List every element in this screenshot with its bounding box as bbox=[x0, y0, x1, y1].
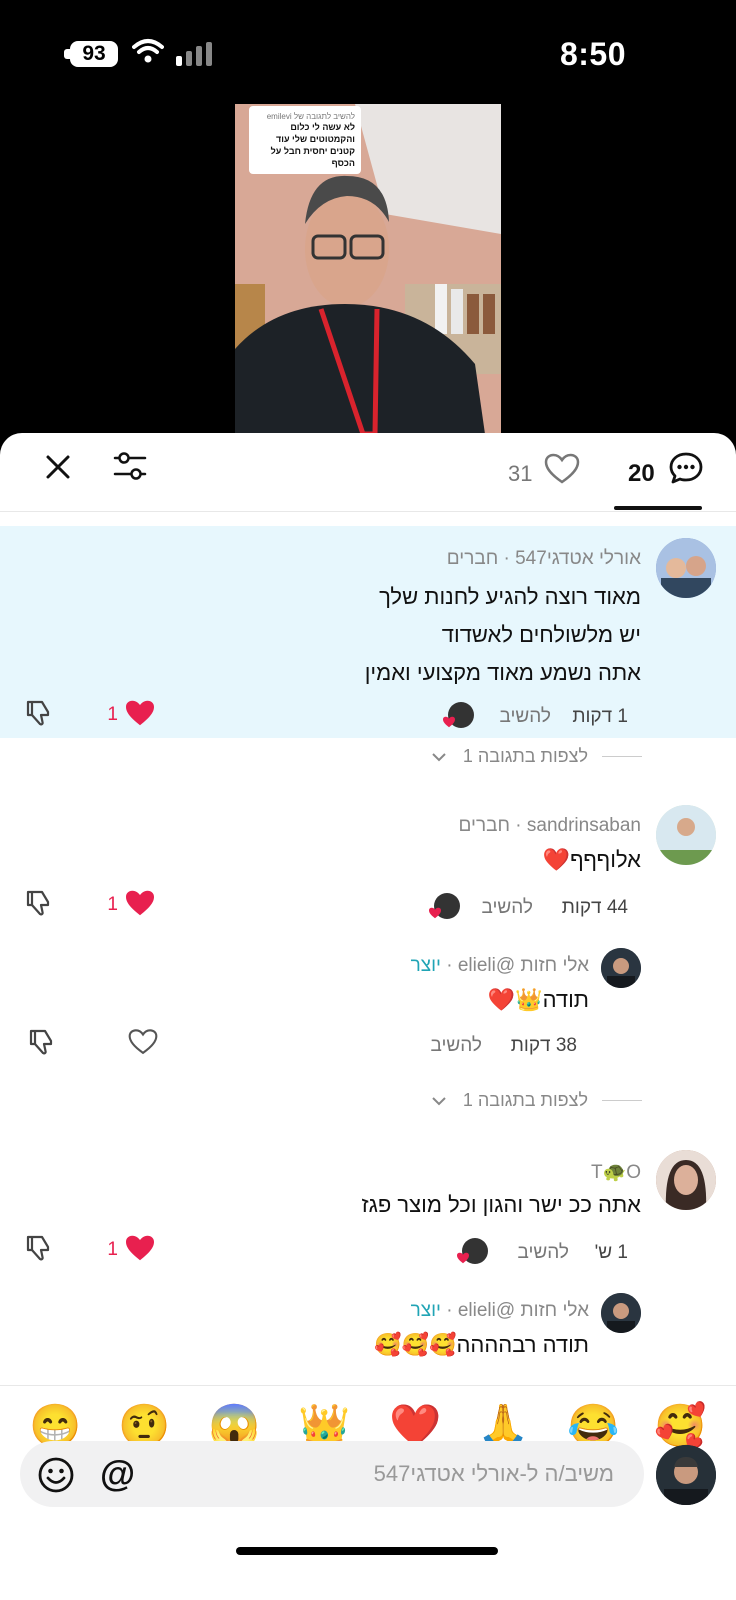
comment-item[interactable]: sandrinsaban · חברים אלוףףף❤️ 44 דקות לה… bbox=[0, 793, 736, 923]
my-avatar[interactable] bbox=[656, 1445, 716, 1505]
comment-time: 44 דקות bbox=[561, 897, 628, 918]
friends-tag: · חברים bbox=[458, 815, 527, 836]
comment-text: אלוףףף❤️ bbox=[542, 847, 641, 872]
comment-time: 38 דקות bbox=[510, 1035, 577, 1056]
like-count: 1 bbox=[107, 894, 118, 915]
comment-text: תודה רבהההה🥰🥰🥰 bbox=[374, 1332, 589, 1357]
wifi-icon bbox=[132, 39, 164, 63]
tab-comments-indicator bbox=[614, 506, 702, 510]
reply-sticker: להשיב לתגובה של emilevi לא עשה לי כלום ו… bbox=[249, 106, 361, 174]
comment-reply-item[interactable]: אלי חזות @elieli · יוצר תודה רבהההה🥰🥰🥰 bbox=[0, 1288, 736, 1383]
comment-text: מאוד רוצה להגיע לחנות שלך יש מלשולחים לא… bbox=[365, 578, 641, 692]
heart-badge-icon bbox=[457, 1252, 469, 1264]
comment-time: 1 ש' bbox=[594, 1242, 628, 1263]
comment-author[interactable]: T🐢O bbox=[591, 1160, 641, 1184]
view-replies-link[interactable]: לצפות בתגובה 1 bbox=[463, 1090, 588, 1111]
reply-input-placeholder: משיב/ה ל-אורלי אטדגי547 bbox=[373, 1461, 614, 1486]
view-replies-link[interactable]: לצפות בתגובה 1 bbox=[463, 746, 588, 767]
comment-line: אתה נשמע מאוד מקצועי ואמין bbox=[364, 660, 641, 685]
comment-author[interactable]: sandrinsaban · חברים bbox=[459, 815, 641, 837]
chevron-down-icon bbox=[432, 753, 446, 762]
dislike-icon[interactable] bbox=[24, 888, 54, 918]
chevron-down-icon bbox=[432, 1097, 446, 1106]
comment-reply-item[interactable]: אלי חזות @elieli · יוצר תודה👑❤️ 38 דקות … bbox=[0, 943, 736, 1073]
comment-line: יש מלשולחים לאשדוד bbox=[441, 622, 641, 647]
comments-header: 31 20 bbox=[0, 433, 736, 512]
heart-outline-icon[interactable] bbox=[544, 453, 580, 485]
avatar[interactable] bbox=[656, 805, 716, 865]
comment-author[interactable]: אלי חזות @elieli · יוצר bbox=[411, 955, 589, 977]
avatar[interactable] bbox=[601, 1293, 641, 1333]
comments-sheet: 31 20 אורלי אטדגי547 · חברים מאוד רוצה ל… bbox=[0, 433, 736, 1600]
likes-count: 31 bbox=[508, 461, 533, 486]
author-name[interactable]: אלי חזות @elieli bbox=[458, 1300, 589, 1321]
tag-separator: · bbox=[440, 955, 458, 976]
signal-icon bbox=[176, 42, 212, 66]
like-count: 1 bbox=[107, 1239, 118, 1260]
heart-filled-icon[interactable] bbox=[124, 889, 156, 917]
heart-badge-icon bbox=[443, 716, 455, 728]
comment-author[interactable]: אלי חזות @elieli · יוצר bbox=[411, 1300, 589, 1322]
avatar[interactable] bbox=[656, 538, 716, 598]
dislike-icon[interactable] bbox=[27, 1027, 57, 1057]
comment-text: תודה👑❤️ bbox=[487, 987, 589, 1012]
reply-input[interactable]: @ משיב/ה ל-אורלי אטדגי547 bbox=[20, 1441, 644, 1507]
sticker-text: לא עשה לי כלום והקמטוטים שלי עוד קטנים י… bbox=[270, 122, 355, 168]
home-indicator bbox=[236, 1547, 498, 1555]
comment-bubble-icon[interactable] bbox=[668, 451, 704, 485]
author-name[interactable]: sandrinsaban bbox=[527, 815, 641, 836]
emoji-button[interactable]: 🥰 bbox=[654, 1400, 706, 1452]
tag-separator: · bbox=[440, 1300, 458, 1321]
filter-icon[interactable] bbox=[112, 449, 148, 483]
heart-badge-icon bbox=[429, 907, 441, 919]
comment-line: מאוד רוצה להגיע לחנות שלך bbox=[379, 584, 641, 609]
emoji-picker-icon[interactable] bbox=[37, 1456, 75, 1494]
divider-line bbox=[602, 756, 642, 757]
status-bar: 93 8:50 bbox=[0, 0, 736, 108]
heart-filled-icon[interactable] bbox=[124, 1234, 156, 1262]
avatar[interactable] bbox=[601, 948, 641, 988]
creator-badge: יוצר bbox=[410, 1300, 441, 1321]
friends-tag: · חברים bbox=[446, 548, 516, 569]
comment-text: אתה ככ ישר והגון וכל מוצר פגז bbox=[361, 1192, 641, 1217]
comment-item[interactable]: אורלי אטדגי547 · חברים מאוד רוצה להגיע ל… bbox=[0, 526, 736, 738]
reply-button[interactable]: להשיב bbox=[499, 706, 551, 728]
divider-line bbox=[602, 1100, 642, 1101]
video-player[interactable]: להשיב לתגובה של emilevi לא עשה לי כלום ו… bbox=[235, 104, 501, 434]
close-icon[interactable] bbox=[44, 453, 72, 481]
comments-count: 20 bbox=[628, 460, 655, 487]
comment-author[interactable]: אורלי אטדגי547 · חברים bbox=[447, 548, 641, 570]
author-name[interactable]: אורלי אטדגי547 bbox=[515, 548, 641, 569]
like-count: 1 bbox=[107, 704, 118, 725]
reply-button[interactable]: להשיב bbox=[481, 897, 533, 919]
mention-icon[interactable]: @ bbox=[100, 1453, 135, 1495]
battery-indicator: 93 bbox=[70, 41, 118, 67]
creator-badge: יוצר bbox=[410, 955, 441, 976]
heart-outline-icon[interactable] bbox=[128, 1028, 158, 1056]
reply-button[interactable]: להשיב bbox=[430, 1035, 482, 1057]
clock: 8:50 bbox=[559, 36, 626, 72]
heart-filled-icon[interactable] bbox=[124, 699, 156, 727]
comment-time: 1 דקות bbox=[572, 706, 628, 727]
dislike-icon[interactable] bbox=[24, 1233, 54, 1263]
author-name[interactable]: אלי חזות @elieli bbox=[458, 955, 589, 976]
dislike-icon[interactable] bbox=[24, 698, 54, 728]
avatar[interactable] bbox=[656, 1150, 716, 1210]
comment-item[interactable]: T🐢O אתה ככ ישר והגון וכל מוצר פגז 1 ש' ל… bbox=[0, 1138, 736, 1268]
reply-button[interactable]: להשיב bbox=[517, 1242, 569, 1264]
sticker-header: להשיב לתגובה של emilevi bbox=[266, 112, 355, 121]
